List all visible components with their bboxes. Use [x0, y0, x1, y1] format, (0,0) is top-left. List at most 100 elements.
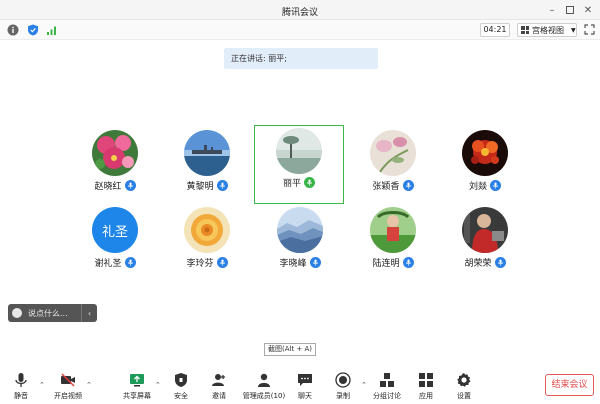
shield-icon[interactable]	[27, 24, 39, 36]
chat-input-bar[interactable]: 说点什么... ‹	[8, 304, 97, 322]
apps-label: 应用	[419, 392, 433, 400]
title-bar: 腾讯会议 – ✕	[0, 0, 600, 20]
microphone-icon	[494, 257, 506, 268]
settings-label: 设置	[457, 392, 471, 400]
window-title: 腾讯会议	[281, 8, 318, 18]
participant-tile[interactable]: 李晓峰	[255, 203, 345, 283]
record-button[interactable]: 录制	[325, 372, 361, 401]
fullscreen-icon[interactable]	[584, 24, 595, 35]
participant-name: 赵晓红	[94, 182, 122, 192]
participant-tile[interactable]: 刘燚	[440, 126, 530, 206]
chevron-up-icon[interactable]: ⌃	[39, 381, 45, 389]
meeting-info-bar: 04:21 宫格视图 ▼	[0, 20, 600, 40]
participant-name: 黄黎明	[186, 182, 214, 192]
invite-button[interactable]: 邀请	[201, 372, 237, 401]
mute-button[interactable]: 静音	[3, 372, 39, 401]
share-screen-label: 共享屏幕	[123, 392, 151, 400]
security-button[interactable]: 安全	[163, 372, 199, 401]
mute-label: 静音	[14, 392, 28, 400]
breakout-rooms-button[interactable]: 分组讨论	[369, 372, 405, 401]
settings-button[interactable]: 设置	[446, 372, 482, 401]
avatar	[92, 130, 138, 176]
microphone-icon	[124, 257, 136, 268]
participant-name: 丽平	[282, 179, 301, 189]
chevron-left-icon[interactable]: ‹	[81, 304, 97, 322]
breakout-rooms-label: 分组讨论	[373, 392, 401, 400]
view-mode-dropdown[interactable]: 宫格视图 ▼	[517, 23, 577, 37]
speaking-name: 丽平;	[268, 54, 287, 63]
shield-icon	[175, 373, 187, 387]
chat-button[interactable]: 聊天	[287, 372, 323, 401]
record-icon	[335, 372, 351, 388]
screenshot-tooltip: 截图(Alt + A)	[264, 343, 316, 356]
signal-icon[interactable]	[46, 24, 58, 36]
avatar	[276, 128, 322, 174]
avatar	[462, 130, 508, 176]
chevron-up-icon[interactable]: ⌃	[155, 381, 161, 389]
record-label: 录制	[336, 392, 350, 400]
participant-tile[interactable]: 礼圣 谢礼圣	[70, 203, 160, 283]
participant-name: 刘燚	[468, 182, 487, 192]
participant-tile-active-speaker[interactable]: 丽平	[254, 125, 344, 204]
meeting-timer: 04:21	[480, 23, 510, 37]
close-icon[interactable]: ✕	[581, 3, 595, 17]
chevron-up-icon[interactable]: ⌃	[86, 381, 92, 389]
apps-button[interactable]: 应用	[408, 372, 444, 401]
participant-name: 李玲芬	[186, 259, 214, 269]
video-off-icon	[61, 373, 75, 387]
speaking-label: 正在讲话:	[231, 54, 266, 63]
chat-label: 聊天	[298, 392, 312, 400]
avatar: 礼圣	[92, 207, 138, 253]
start-video-label: 开启视频	[54, 392, 82, 400]
speaking-indicator: 正在讲话: 丽平;	[224, 48, 378, 69]
share-screen-icon	[130, 374, 144, 387]
breakout-rooms-icon	[380, 373, 394, 387]
chat-placeholder[interactable]: 说点什么...	[28, 308, 81, 319]
microphone-icon	[124, 180, 136, 191]
grid-icon	[521, 26, 529, 34]
microphone-icon	[490, 180, 501, 191]
chevron-up-icon[interactable]: ⌃	[361, 381, 367, 389]
participant-tile[interactable]: 李玲芬	[162, 203, 252, 283]
invite-label: 邀请	[212, 392, 226, 400]
participant-name: 谢礼圣	[94, 259, 122, 269]
avatar	[184, 130, 230, 176]
microphone-icon	[402, 180, 414, 191]
start-video-button[interactable]: 开启视频	[50, 372, 86, 401]
microphone-icon	[304, 177, 315, 188]
avatar-initials: 礼圣	[101, 224, 128, 240]
share-screen-button[interactable]: 共享屏幕	[119, 372, 155, 401]
gear-icon	[457, 373, 471, 387]
avatar	[277, 207, 323, 253]
microphone-icon	[309, 257, 321, 268]
add-user-icon	[212, 374, 225, 386]
security-label: 安全	[174, 392, 188, 400]
view-mode-label: 宫格视图	[532, 25, 564, 35]
participant-tile[interactable]: 张颖香	[348, 126, 438, 206]
chat-icon	[298, 374, 312, 386]
participant-name: 李晓峰	[279, 259, 307, 269]
avatar	[370, 207, 416, 253]
avatar	[462, 207, 508, 253]
meeting-toolbar: 静音 ⌃ 开启视频 ⌃ 共享屏幕 ⌃ 安全 邀请 管理成员(10) 聊天 录制 …	[0, 369, 600, 404]
minimize-icon[interactable]: –	[545, 3, 559, 17]
members-icon	[258, 373, 270, 387]
participant-name: 陆连明	[372, 259, 400, 269]
info-icon[interactable]	[7, 24, 19, 36]
emoji-icon[interactable]	[12, 308, 22, 318]
apps-icon	[419, 373, 433, 387]
avatar	[370, 130, 416, 176]
participant-tile[interactable]: 赵晓红	[70, 126, 160, 206]
microphone-icon	[216, 257, 228, 268]
avatar	[184, 207, 230, 253]
participant-tile[interactable]: 黄黎明	[162, 126, 252, 206]
participant-tile[interactable]: 陆连明	[348, 203, 438, 283]
participant-tile[interactable]: 胡荣荣	[440, 203, 530, 283]
manage-members-label: 管理成员(10)	[242, 392, 286, 400]
microphone-icon	[402, 257, 414, 268]
manage-members-button[interactable]: 管理成员(10)	[242, 372, 286, 401]
maximize-icon[interactable]	[563, 3, 577, 17]
end-meeting-button[interactable]: 结束会议	[545, 374, 594, 396]
microphone-icon	[15, 373, 27, 387]
participant-name: 张颖香	[372, 182, 400, 192]
